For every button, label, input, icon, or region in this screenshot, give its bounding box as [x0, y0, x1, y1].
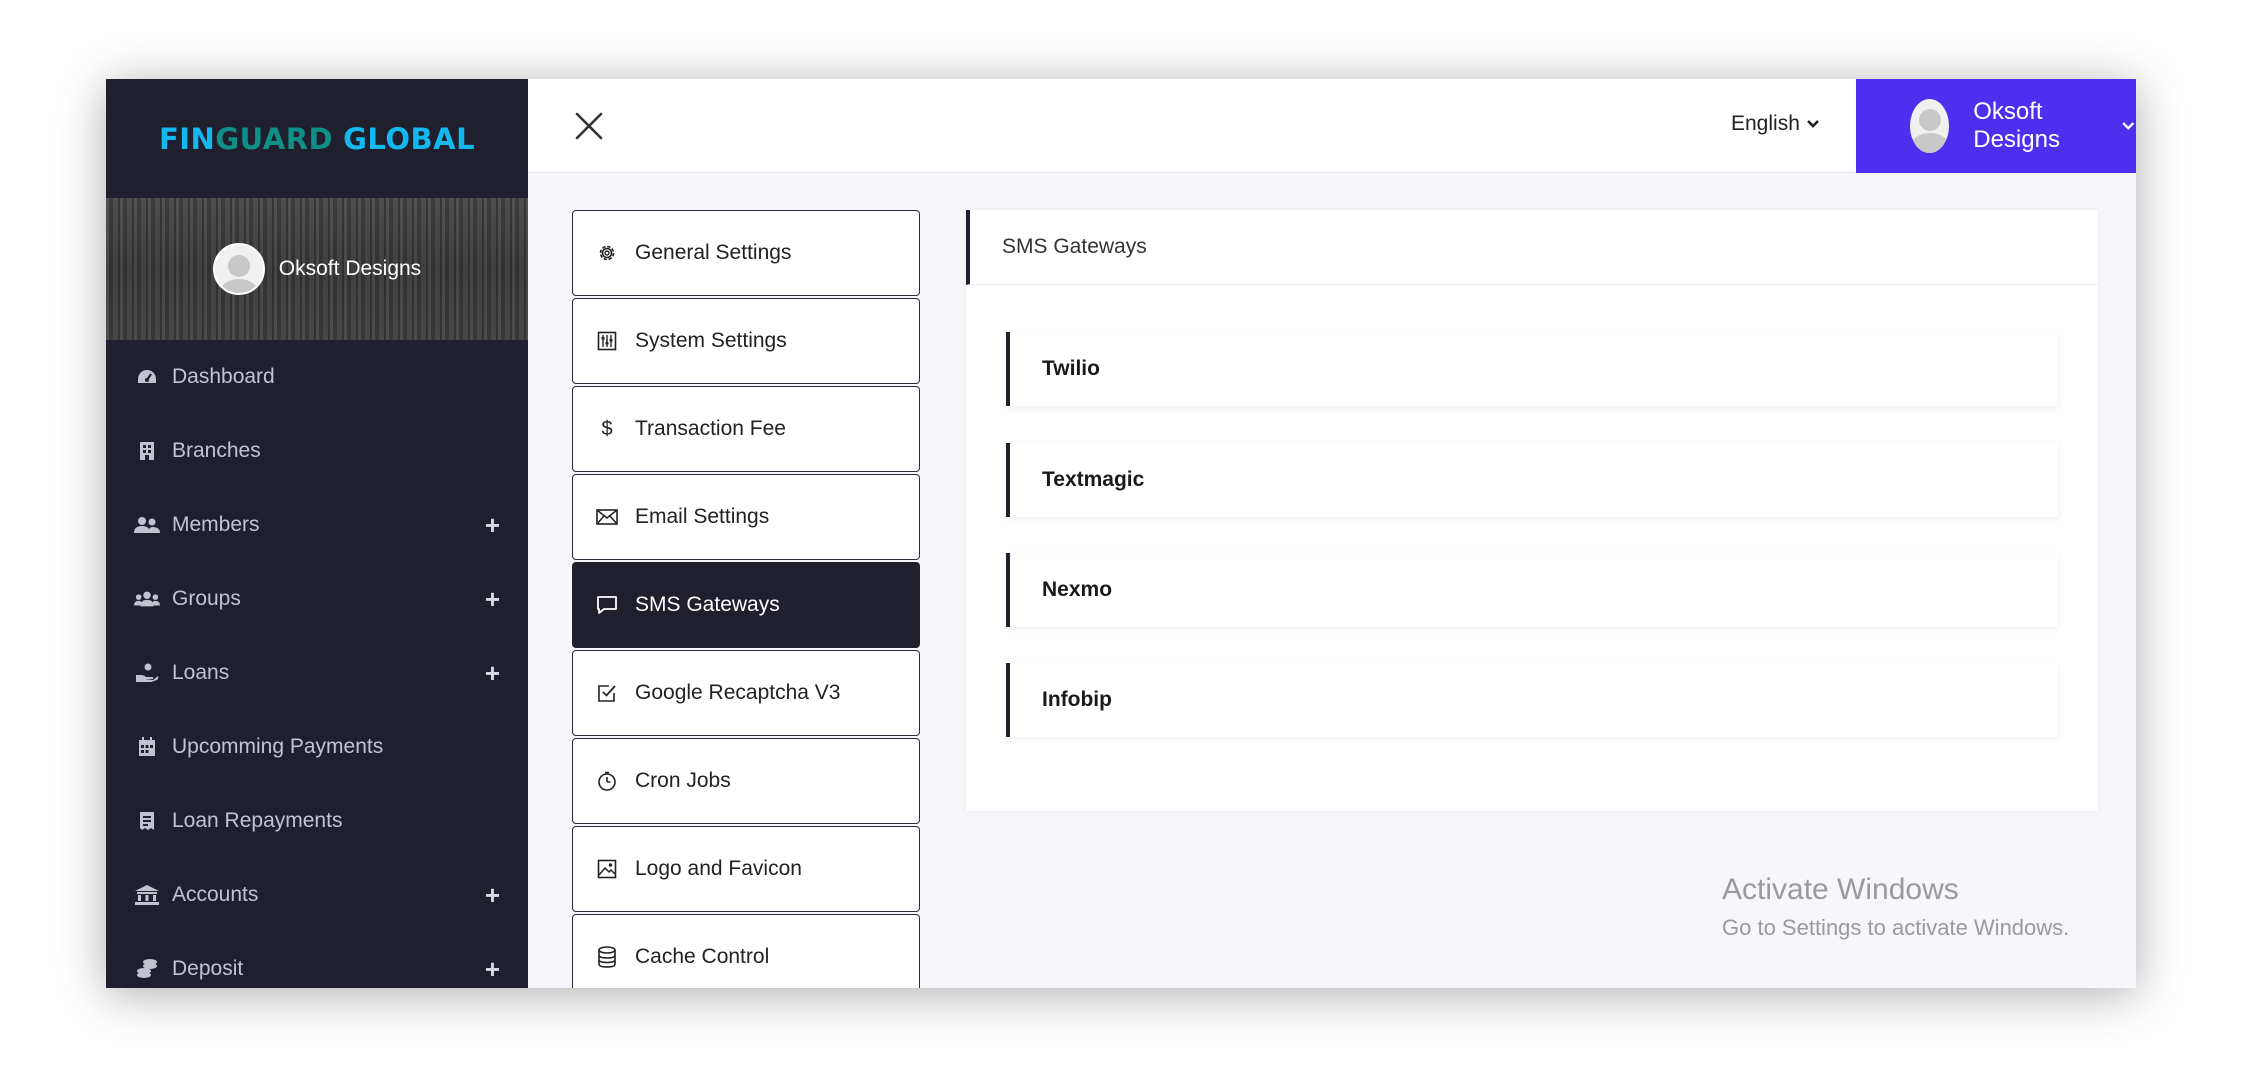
settings-item-transaction-fee[interactable]: $ Transaction Fee [572, 386, 920, 472]
settings-item-label: Transaction Fee [635, 417, 786, 440]
settings-item-general[interactable]: General Settings [572, 210, 920, 296]
activate-windows-watermark: Activate Windows Go to Settings to activ… [1722, 873, 2069, 941]
settings-item-label: Google Recaptcha V3 [635, 681, 841, 704]
settings-item-cache-control[interactable]: Cache Control [572, 914, 920, 988]
topbar: English Oksoft Designs [528, 79, 2136, 173]
gateway-item-twilio[interactable]: Twilio [1006, 332, 2058, 406]
bank-icon [134, 885, 160, 905]
sidebar-item-loans[interactable]: Loans + [106, 636, 528, 710]
sidebar-nav: Dashboard Branches Members + Groups + Lo… [106, 340, 528, 988]
settings-item-email[interactable]: Email Settings [572, 474, 920, 560]
sidebar-item-label: Loans [172, 661, 230, 684]
sidebar-item-dashboard[interactable]: Dashboard [106, 340, 528, 414]
sidebar-item-label: Branches [172, 439, 261, 462]
chevron-down-icon [2122, 122, 2135, 130]
settings-item-recaptcha[interactable]: Google Recaptcha V3 [572, 650, 920, 736]
avatar [212, 243, 265, 295]
coins-icon [134, 959, 160, 979]
sms-gateways-card: SMS Gateways Twilio Textmagic Nexmo Info… [966, 210, 2098, 811]
sidebar-item-label: Dashboard [172, 365, 275, 388]
settings-menu: General Settings System Settings $ Trans… [572, 210, 920, 988]
envelope-icon [595, 509, 619, 525]
card-title: SMS Gateways [966, 210, 2098, 285]
language-selector[interactable]: English [1731, 112, 1820, 136]
sidebar-item-branches[interactable]: Branches [106, 414, 528, 488]
sidebar-item-label: Groups [172, 587, 241, 610]
tachometer-icon [134, 368, 160, 386]
sliders-icon [595, 331, 619, 351]
sidebar-item-label: Loan Repayments [172, 809, 343, 832]
settings-item-label: SMS Gateways [635, 593, 780, 616]
sidebar-item-members[interactable]: Members + [106, 488, 528, 562]
dollar-icon: $ [601, 417, 613, 440]
settings-item-label: Cron Jobs [635, 769, 731, 792]
sidebar: FIN GUARD GLOBAL Oksoft Designs Dashboard … [106, 79, 528, 988]
checkbox-icon [595, 683, 619, 703]
sidebar-user-panel: Oksoft Designs [106, 198, 528, 340]
sidebar-item-upcoming-payments[interactable]: Upcomming Payments [106, 710, 528, 784]
gateway-item-infobip[interactable]: Infobip [1006, 663, 2058, 737]
settings-item-label: System Settings [635, 329, 787, 352]
calendar-icon [134, 737, 160, 757]
expand-plus-icon[interactable]: + [485, 510, 500, 541]
settings-item-label: General Settings [635, 241, 792, 264]
brand-part-global: GLOBAL [343, 121, 476, 156]
users-icon [134, 516, 160, 534]
close-sidebar-button[interactable] [572, 109, 606, 143]
avatar [1910, 99, 1950, 153]
sidebar-item-loan-repayments[interactable]: Loan Repayments [106, 784, 528, 858]
settings-item-label: Cache Control [635, 945, 770, 968]
settings-item-cron-jobs[interactable]: Cron Jobs [572, 738, 920, 824]
sidebar-item-label: Deposit [172, 957, 244, 980]
sidebar-item-label: Accounts [172, 883, 259, 906]
sidebar-item-accounts[interactable]: Accounts + [106, 858, 528, 932]
settings-item-label: Email Settings [635, 505, 770, 528]
sidebar-item-label: Upcomming Payments [172, 735, 384, 758]
language-label: English [1731, 112, 1800, 135]
chevron-down-icon [1806, 120, 1819, 128]
gateway-item-nexmo[interactable]: Nexmo [1006, 553, 2058, 627]
receipt-icon [134, 811, 160, 831]
sidebar-user-name: Oksoft Designs [278, 257, 422, 280]
expand-plus-icon[interactable]: + [485, 880, 500, 911]
profile-user-name: Oksoft Designs [1973, 98, 2060, 153]
brand-logo[interactable]: FIN GUARD GLOBAL [106, 79, 528, 198]
sidebar-item-groups[interactable]: Groups + [106, 562, 528, 636]
database-icon [595, 946, 619, 968]
watermark-subtitle: Go to Settings to activate Windows. [1722, 915, 2070, 940]
expand-plus-icon[interactable]: + [485, 658, 500, 689]
brand-part-fin: FIN [158, 121, 216, 156]
group-icon [134, 590, 160, 608]
settings-item-sms-gateways[interactable]: SMS Gateways [572, 562, 920, 648]
watermark-title: Activate Windows [1722, 873, 1959, 906]
close-icon [575, 112, 603, 140]
settings-item-logo-favicon[interactable]: Logo and Favicon [572, 826, 920, 912]
image-icon [595, 859, 619, 879]
clock-icon [595, 771, 619, 791]
sidebar-item-label: Members [172, 513, 260, 536]
expand-plus-icon[interactable]: + [485, 954, 500, 985]
user-profile-menu[interactable]: Oksoft Designs [1856, 79, 2136, 173]
app-window: FIN GUARD GLOBAL Oksoft Designs Dashboard … [106, 79, 2136, 988]
sidebar-item-deposit[interactable]: Deposit + [106, 932, 528, 988]
expand-plus-icon[interactable]: + [485, 584, 500, 615]
settings-item-label: Logo and Favicon [635, 857, 802, 880]
hand-money-icon [134, 663, 160, 683]
building-icon [134, 441, 160, 461]
brand-part-guard: GUARD [215, 121, 334, 156]
settings-item-system[interactable]: System Settings [572, 298, 920, 384]
gateway-item-textmagic[interactable]: Textmagic [1006, 443, 2058, 517]
chat-icon [595, 595, 619, 615]
gear-icon [595, 243, 619, 263]
